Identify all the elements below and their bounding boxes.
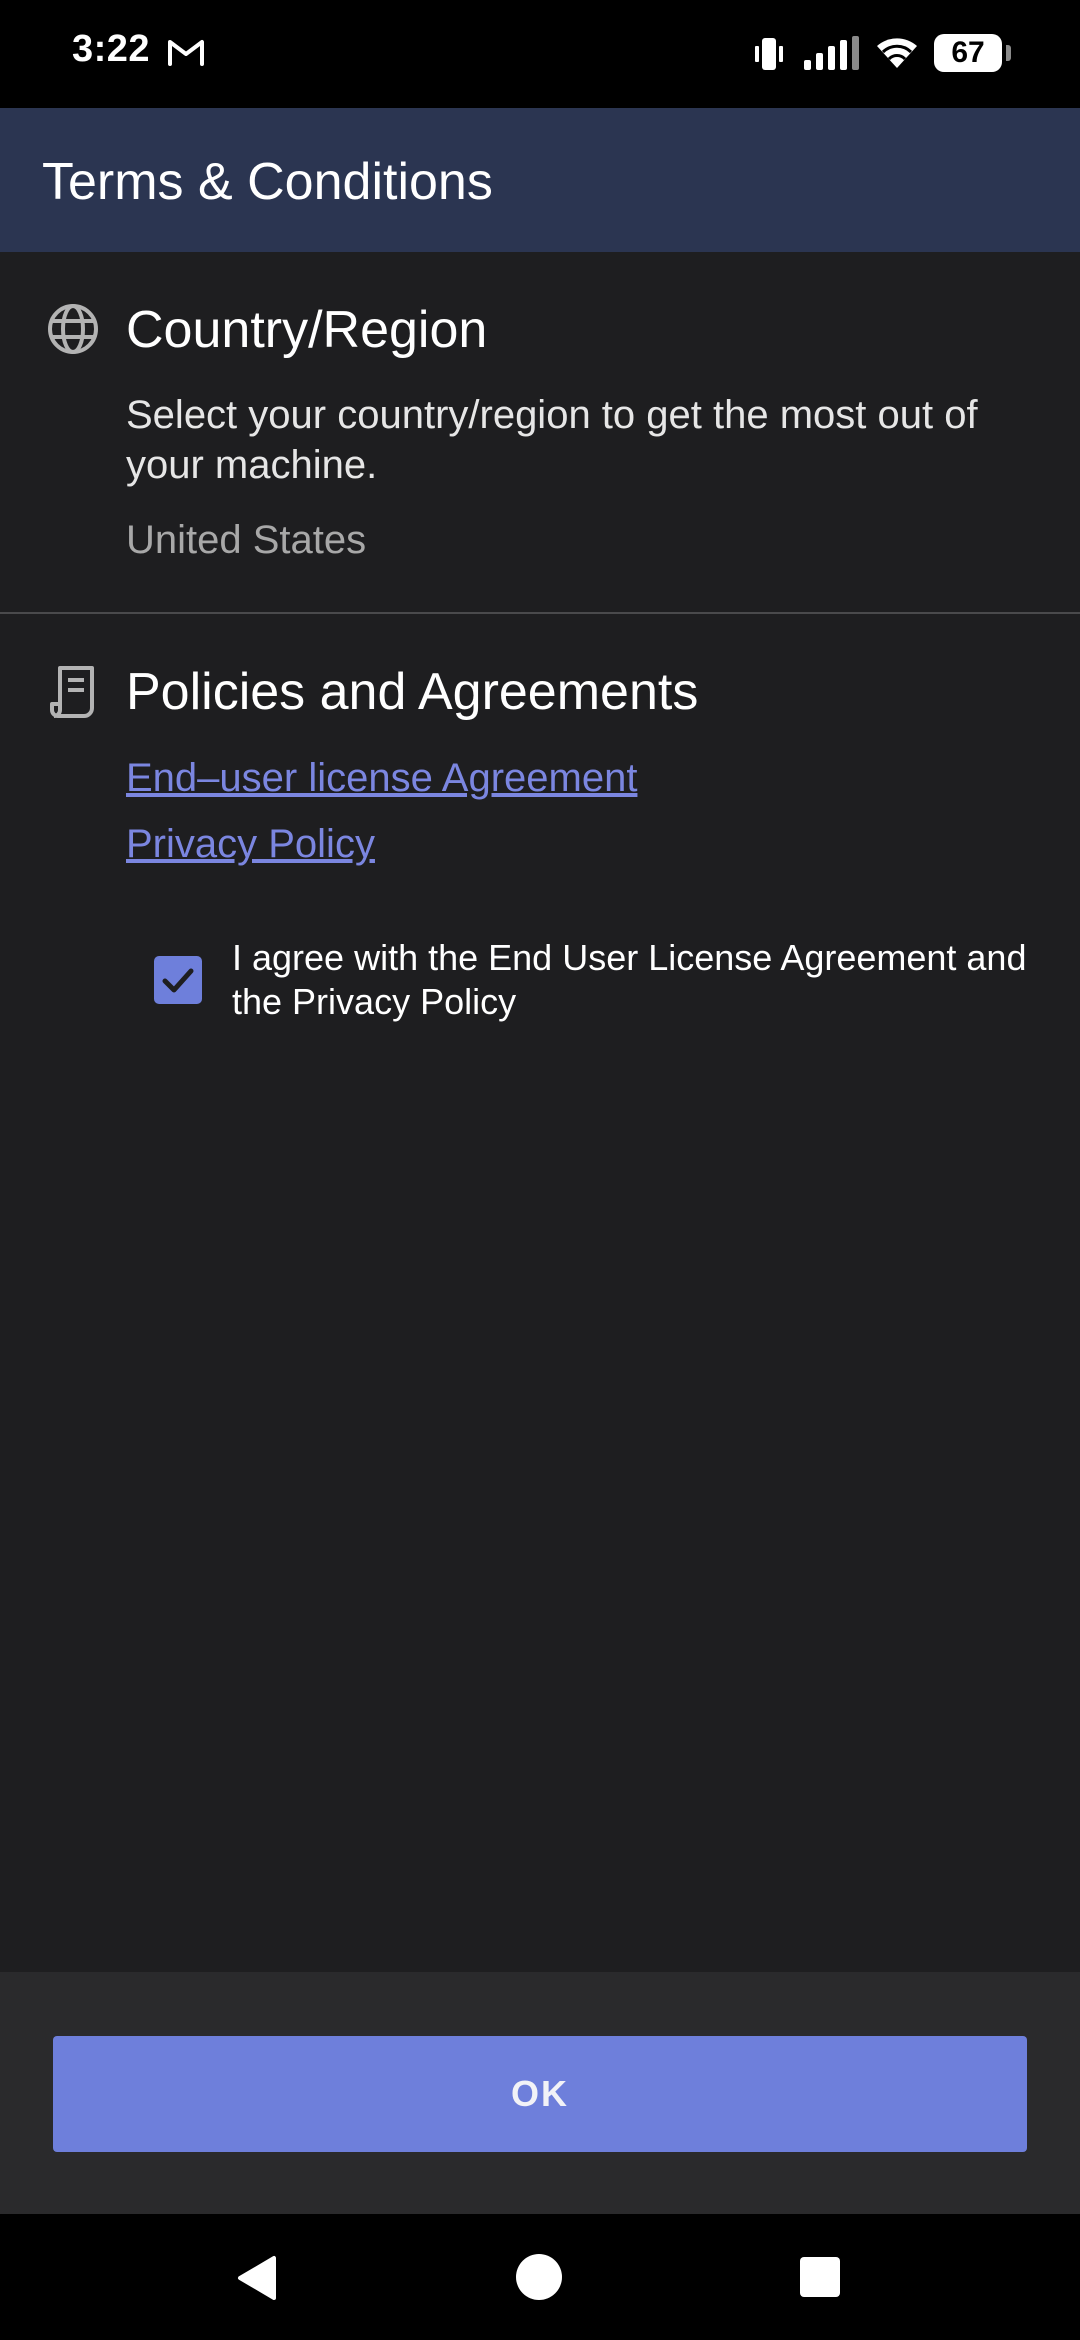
page-title: Terms & Conditions: [42, 153, 493, 211]
agreement-label: I agree with the End User License Agreem…: [232, 937, 1027, 1022]
status-bar: 3:22 67: [0, 0, 1080, 108]
wifi-icon: [874, 34, 920, 77]
gmail-notification-icon: [166, 36, 206, 73]
battery-level: 67: [951, 36, 985, 69]
signal-strength-icon: [802, 34, 862, 77]
vibrate-icon: [752, 36, 786, 77]
document-icon: [48, 664, 100, 725]
ok-button[interactable]: OK: [53, 2036, 1027, 2152]
home-icon[interactable]: [516, 2254, 562, 2300]
checkmark-icon: [162, 968, 194, 993]
policies-agreements-title: Policies and Agreements: [126, 663, 699, 721]
navigation-bar: [0, 2214, 1080, 2340]
recents-icon[interactable]: [800, 2257, 840, 2297]
eula-link[interactable]: End–user license Agreement: [126, 756, 637, 801]
privacy-policy-link[interactable]: Privacy Policy: [126, 822, 375, 867]
back-icon[interactable]: [234, 2254, 282, 2307]
bottom-panel: OK: [0, 1972, 1080, 2214]
globe-icon: [46, 302, 100, 361]
selected-country[interactable]: United States: [126, 518, 366, 563]
country-region-description: Select your country/region to get the mo…: [126, 393, 978, 487]
terms-screen: 3:22 67 Terms & Conditions Country/Regio…: [0, 0, 1080, 2340]
agreement-checkbox[interactable]: [154, 956, 202, 1004]
section-divider: [0, 612, 1080, 614]
app-bar: Terms & Conditions: [0, 108, 1080, 252]
status-time: 3:22: [72, 28, 151, 70]
country-region-title: Country/Region: [126, 301, 488, 359]
